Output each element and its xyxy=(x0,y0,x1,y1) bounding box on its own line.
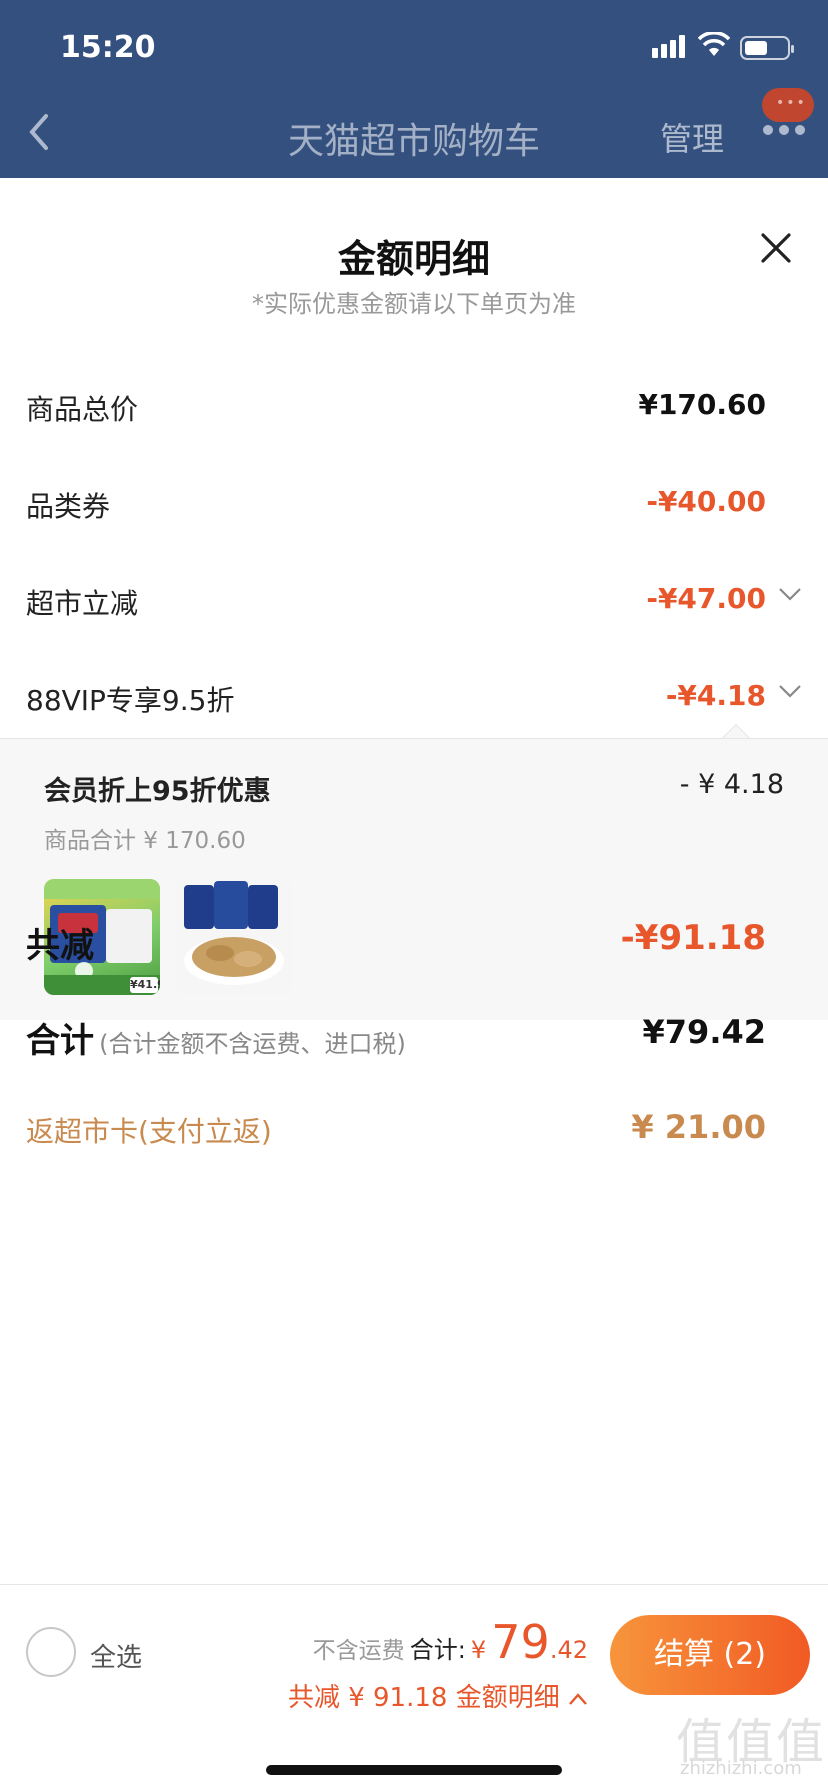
discount-summary[interactable]: 共减 ¥ 91.18 金额明细 xyxy=(288,1677,588,1714)
row-value: -¥4.18 xyxy=(665,679,766,712)
manage-button[interactable]: 管理 xyxy=(660,114,724,160)
home-indicator[interactable] xyxy=(266,1765,562,1775)
row-88vip-discount[interactable]: 88VIP专享9.5折 -¥4.18 xyxy=(26,673,766,723)
row-label: 品类券 xyxy=(26,490,111,523)
select-all-label[interactable]: 全选 xyxy=(90,1637,142,1674)
total-row: 合计 (合计金额不含运费、进口税) xyxy=(26,1013,406,1062)
row-value: -¥47.00 xyxy=(646,582,766,615)
amount-detail-sheet: 金额明细 *实际优惠金额请以下单页为准 商品总价 ¥170.60 品类券 -¥4… xyxy=(0,178,828,1792)
detail-amount: - ¥ 4.18 xyxy=(679,769,784,800)
row-label: 超市立减 xyxy=(26,587,139,620)
sum-summary: 不含运费 合计: ¥ 79.42 xyxy=(313,1615,588,1669)
more-icon[interactable] xyxy=(762,122,806,138)
total-label: 合计 xyxy=(26,1021,94,1061)
chevron-down-icon[interactable] xyxy=(778,683,802,699)
row-label: 88VIP专享9.5折 xyxy=(26,684,235,717)
total-discount-label: 共减 xyxy=(26,926,94,966)
battery-icon xyxy=(740,36,794,60)
shipping-note: 不含运费 xyxy=(312,1638,405,1664)
total-discount-value: -¥91.18 xyxy=(620,918,766,958)
row-category-coupon: 品类券 -¥40.00 xyxy=(26,479,766,529)
member-discount-detail: 会员折上95折优惠 - ¥ 4.18 商品合计 ¥ 170.60 ¥41.9 xyxy=(0,738,828,1020)
detail-subtotal: 商品合计 ¥ 170.60 xyxy=(44,828,246,854)
detail-title: 会员折上95折优惠 xyxy=(44,776,271,807)
cashback-value: ¥ 21.00 xyxy=(631,1108,766,1146)
amount-detail-link[interactable]: 金额明细 xyxy=(456,1683,560,1713)
sum-label: 合计: xyxy=(409,1636,466,1664)
cashback-label: 返超市卡(支付立返) xyxy=(26,1115,272,1148)
row-value: ¥170.60 xyxy=(638,388,766,421)
total-value: ¥79.42 xyxy=(642,1013,766,1051)
chevron-up-icon[interactable] xyxy=(568,1692,588,1706)
thumbnail-price: ¥41.9 xyxy=(130,978,160,991)
sum-integer: 79 xyxy=(491,1615,550,1669)
wifi-icon xyxy=(698,32,730,56)
row-label: 商品总价 xyxy=(26,393,139,426)
select-all-checkbox[interactable] xyxy=(26,1627,76,1677)
row-goods-total: 商品总价 ¥170.60 xyxy=(26,382,766,432)
sum-decimal: .42 xyxy=(549,1636,588,1664)
watermark-url: zhizhizhi.com xyxy=(680,1758,802,1779)
sheet-title: 金额明细 xyxy=(337,237,490,281)
discount-line: 共减 ¥ 91.18 xyxy=(287,1683,448,1713)
checkout-button[interactable]: 结算 (2) xyxy=(610,1615,810,1695)
product-thumbnail[interactable] xyxy=(176,879,292,995)
total-note: (合计金额不含运费、进口税) xyxy=(99,1030,406,1058)
close-icon[interactable] xyxy=(758,230,794,266)
chevron-down-icon[interactable] xyxy=(778,586,802,602)
badge-dots-icon: ••• xyxy=(776,95,807,111)
sum-currency: ¥ xyxy=(470,1636,487,1664)
row-supermarket-discount[interactable]: 超市立减 -¥47.00 xyxy=(26,576,766,626)
status-time: 15:20 xyxy=(60,30,156,65)
header-bar: 15:20 天猫超市购物车 管理 ••• xyxy=(0,0,828,178)
sheet-subtitle: *实际优惠金额请以下单页为准 xyxy=(252,290,576,318)
signal-icon xyxy=(652,35,685,58)
row-value: -¥40.00 xyxy=(646,485,766,518)
